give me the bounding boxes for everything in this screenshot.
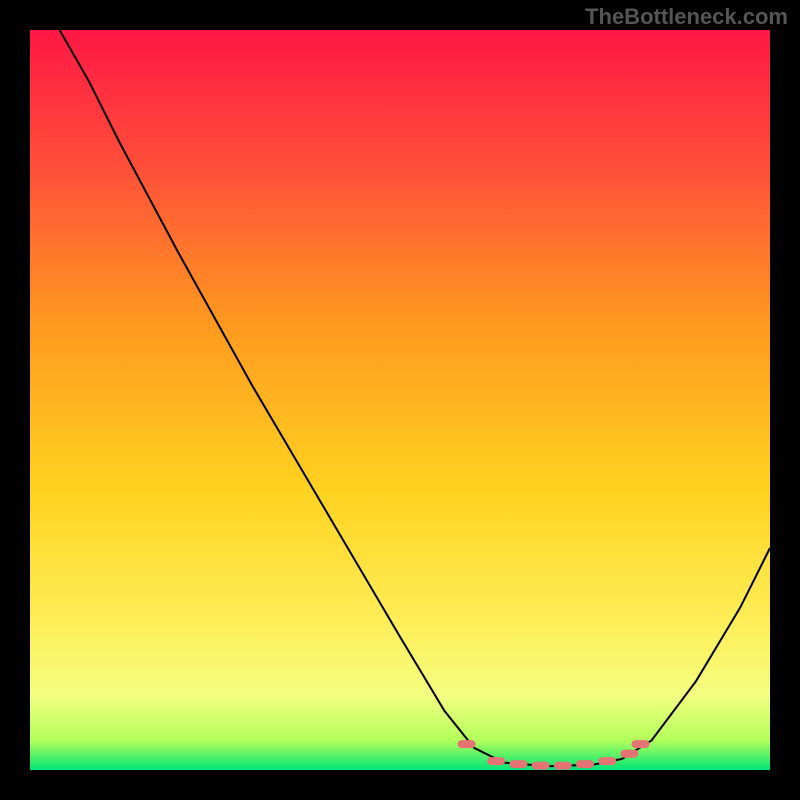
curve-marker <box>458 740 476 748</box>
curve-marker <box>620 750 638 758</box>
curve-marker <box>554 762 572 770</box>
watermark-text: TheBottleneck.com <box>585 4 788 30</box>
chart-plot-area <box>30 30 770 770</box>
curve-marker <box>509 760 527 768</box>
curve-marker <box>598 757 616 765</box>
curve-marker <box>632 740 650 748</box>
chart-curve-layer <box>30 30 770 770</box>
curve-marker <box>576 760 594 768</box>
curve-marker <box>487 757 505 765</box>
curve-marker <box>532 762 550 770</box>
bottleneck-curve-line <box>60 30 770 766</box>
